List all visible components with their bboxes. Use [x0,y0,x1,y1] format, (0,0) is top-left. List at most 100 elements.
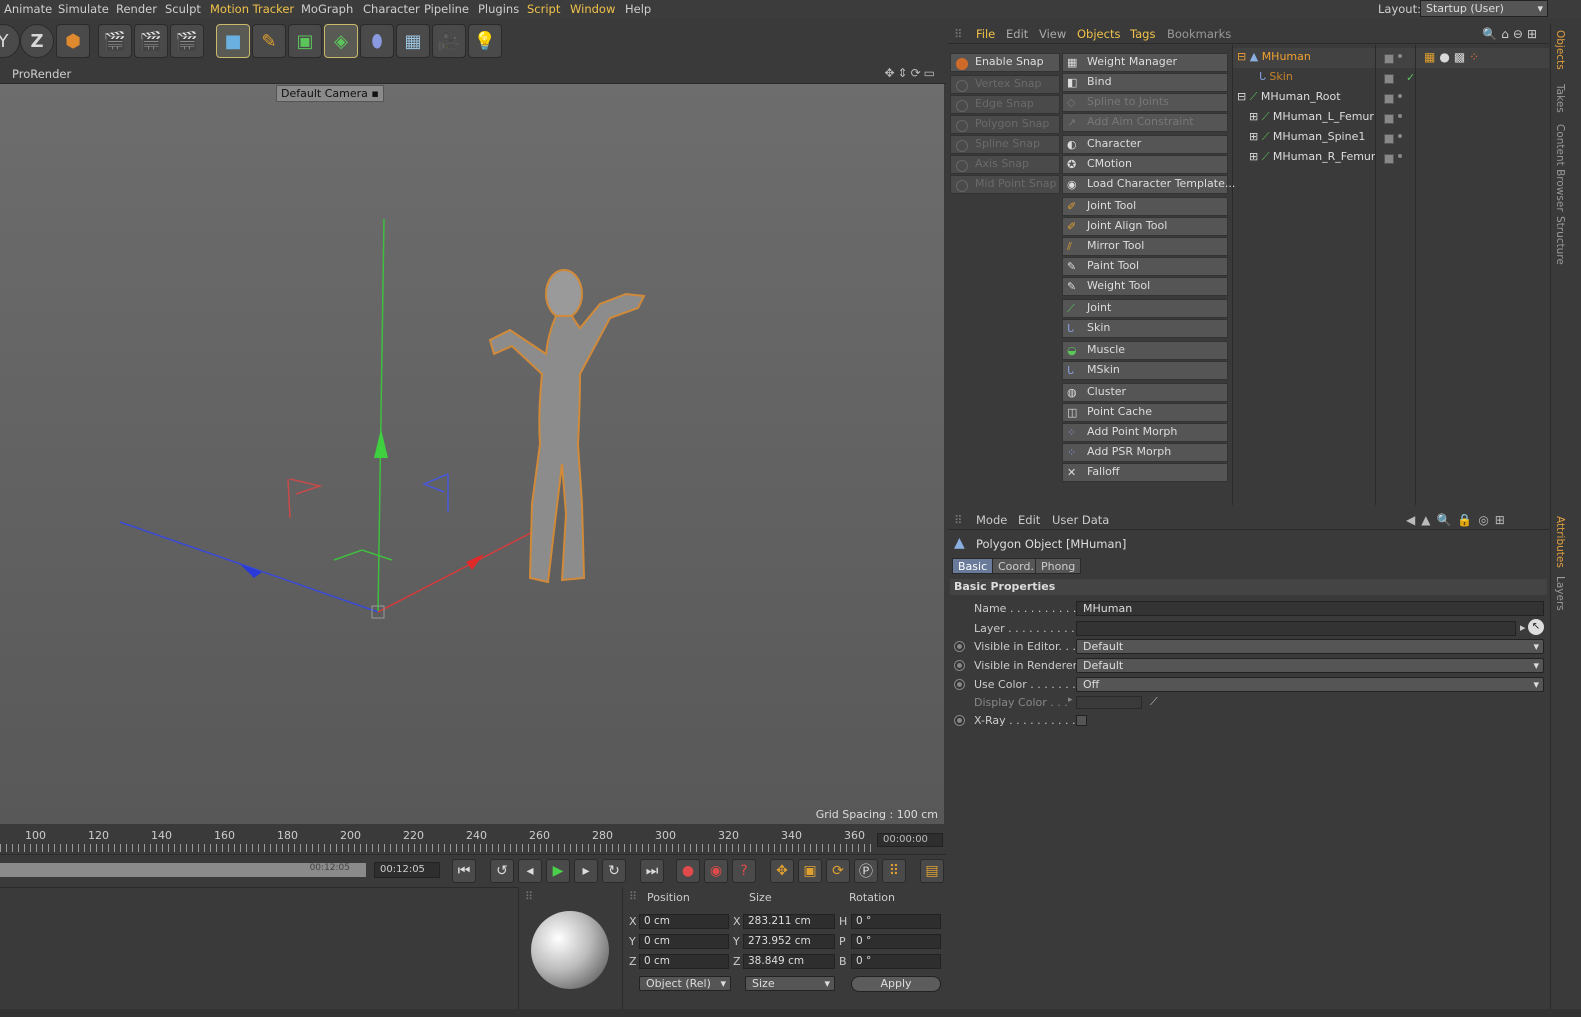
side-tab-content-browser[interactable]: Content Browser [1554,124,1566,212]
next-frame-icon[interactable]: ▸ [574,859,598,883]
autokey-icon[interactable]: ◉ [704,859,728,883]
size-y-field[interactable]: 273.952 cm [743,934,835,949]
layer-flag-icon[interactable] [1384,94,1394,104]
om-menu-objects[interactable]: Objects [1077,27,1120,41]
load-character-template-button[interactable]: ◉ Load Character Template... [1062,175,1235,194]
bind-button[interactable]: ◧ Bind [1062,73,1228,92]
material-ball[interactable] [531,911,609,989]
checkmark-icon[interactable]: ✓ [1406,71,1415,84]
layer-flag-icon[interactable] [1384,74,1394,84]
floor-grid-icon[interactable]: ▦ [396,24,430,58]
rotation-b-field[interactable]: 0 ° [851,954,941,969]
am-menu-user-data[interactable]: User Data [1052,513,1109,527]
texture-tag-icon[interactable]: ▦ [1424,50,1439,64]
time-slider[interactable]: 00:12:05 [0,863,366,877]
camera-icon[interactable]: 🎥 [432,24,466,58]
joint-align-tool-button[interactable]: ✐ Joint Align Tool [1062,217,1228,236]
joint-tool-button[interactable]: ✐ Joint Tool [1062,197,1228,216]
key-scale-icon[interactable]: ▣ [798,859,822,883]
expand-icon[interactable]: ⊞ [1249,110,1258,123]
subdivision-icon[interactable]: ▣ [288,24,322,58]
side-tab-objects[interactable]: Objects [1554,30,1566,70]
am-toolbar-icons[interactable]: ◀▲🔍🔒◎⊞ [1406,513,1511,527]
om-menu-tags[interactable]: Tags [1130,27,1155,41]
size-x-field[interactable]: 283.211 cm [743,914,835,929]
z-axis-lock-icon[interactable]: Z [20,24,54,58]
pen-icon[interactable]: ✎ [252,24,286,58]
render-picture-queue-icon[interactable]: 🎬 [134,24,168,58]
om-menu-view[interactable]: View [1039,27,1066,41]
tab-basic[interactable]: Basic [952,558,994,574]
add-point-morph-button[interactable]: ⁘ Add Point Morph [1062,423,1228,442]
menu-animate[interactable]: Animate [4,2,52,16]
tree-item-skin[interactable]: ᒐ Skin [1259,70,1293,88]
weight-tool-button[interactable]: ✎ Weight Tool [1062,277,1228,296]
expand-icon[interactable]: ⊞ [1249,130,1258,143]
previous-key-icon[interactable]: ↺ [490,859,514,883]
animate-radio-icon[interactable] [954,660,965,671]
viewport-nav-icons[interactable]: ✥⇕⟳▭ [884,66,938,80]
menu-window[interactable]: Window [570,2,615,16]
menu-motion-tracker[interactable]: Motion Tracker [210,2,294,16]
layer-flag-icon[interactable] [1384,114,1394,124]
falloff-button[interactable]: ✕ Falloff [1062,463,1228,482]
side-tab-takes[interactable]: Takes [1554,84,1566,113]
mskin-button[interactable]: ᒐ MSkin [1062,361,1228,380]
tag-icons[interactable]: ▦●▩⁘ [1424,50,1483,64]
visibility-dot-icon[interactable] [1398,154,1402,158]
render-settings-icon[interactable]: 🎬 [170,24,204,58]
tree-item-mhuman-spine1[interactable]: ⊞ ⟋ MHuman_Spine1 [1249,130,1365,148]
menu-character[interactable]: Character [363,2,420,16]
side-tab-layers[interactable]: Layers [1554,576,1566,611]
visibility-dot-icon[interactable] [1398,54,1402,58]
timeline-ruler[interactable]: 100 120 140 160 180 200 220 240 260 280 … [0,824,946,854]
y-axis-lock-icon[interactable]: Y [0,24,20,58]
position-x-field[interactable]: 0 cm [639,914,729,929]
timeline-window-icon[interactable]: ▤ [920,859,944,883]
edge-snap-button[interactable]: Edge Snap [950,95,1060,114]
display-color-swatch[interactable] [1076,696,1142,709]
coordinate-mode-dropdown[interactable]: Object (Rel) ▾ [639,976,731,991]
previous-frame-icon[interactable]: ◂ [518,859,542,883]
visible-in-renderer-dropdown[interactable]: Default ▾ [1076,658,1544,673]
polygon-snap-button[interactable]: Polygon Snap [950,115,1060,134]
tab-coord[interactable]: Coord. [992,558,1040,574]
use-color-dropdown[interactable]: Off ▾ [1076,677,1544,692]
array-icon[interactable]: ◈ [324,24,358,58]
key-point-level-icon[interactable]: ⠿ [882,859,906,883]
vertex-snap-button[interactable]: Vertex Snap [950,75,1060,94]
size-z-field[interactable]: 38.849 cm [743,954,835,969]
menu-pipeline[interactable]: Pipeline [424,2,469,16]
render-view-icon[interactable]: 🎬 [98,24,132,58]
muscle-button[interactable]: ◒ Muscle [1062,341,1228,360]
position-z-field[interactable]: 0 cm [639,954,729,969]
add-psr-morph-button[interactable]: ⁘ Add PSR Morph [1062,443,1228,462]
next-key-icon[interactable]: ↻ [602,859,626,883]
tree-item-mhuman-root[interactable]: ⊟ ⟋ MHuman_Root [1237,90,1341,108]
side-tab-structure[interactable]: Structure [1554,216,1566,265]
menu-help[interactable]: Help [625,2,651,16]
am-menu-mode[interactable]: Mode [976,513,1007,527]
weight-tag-icon[interactable]: ⁘ [1469,50,1483,64]
key-rotation-icon[interactable]: ⟳ [826,859,850,883]
eyedropper-icon[interactable]: ⟋ [1150,695,1158,709]
visibility-dot-icon[interactable] [1398,94,1402,98]
menu-sculpt[interactable]: Sculpt [165,2,201,16]
expand-arrow-icon[interactable]: ▸ [1068,695,1073,705]
om-menu-edit[interactable]: Edit [1006,27,1028,41]
rotation-h-field[interactable]: 0 ° [851,914,941,929]
om-menu-bookmarks[interactable]: Bookmarks [1167,27,1231,41]
mirror-tool-button[interactable]: ⫽ Mirror Tool [1062,237,1228,256]
key-position-icon[interactable]: ✥ [770,859,794,883]
tree-item-mhuman[interactable]: ⊟ ▲ MHuman [1237,50,1311,68]
material-tag-icon[interactable]: ● [1439,50,1453,64]
key-parameter-icon[interactable]: Ⓟ [854,859,878,883]
skin-button[interactable]: ᒐ Skin [1062,319,1228,338]
menu-mograph[interactable]: MoGraph [301,2,353,16]
tree-item-mhuman-l-femur[interactable]: ⊞ ⟋ MHuman_L_Femur [1249,110,1374,128]
add-aim-constraint-button[interactable]: ↗ Add Aim Constraint [1062,113,1228,132]
layout-dropdown[interactable]: Startup (User) ▾ [1420,0,1548,17]
tree-item-mhuman-r-femur[interactable]: ⊞ ⟋ MHuman_R_Femur [1249,150,1375,168]
size-mode-dropdown[interactable]: Size ▾ [745,976,835,991]
mid-point-snap-button[interactable]: Mid Point Snap [950,175,1060,194]
